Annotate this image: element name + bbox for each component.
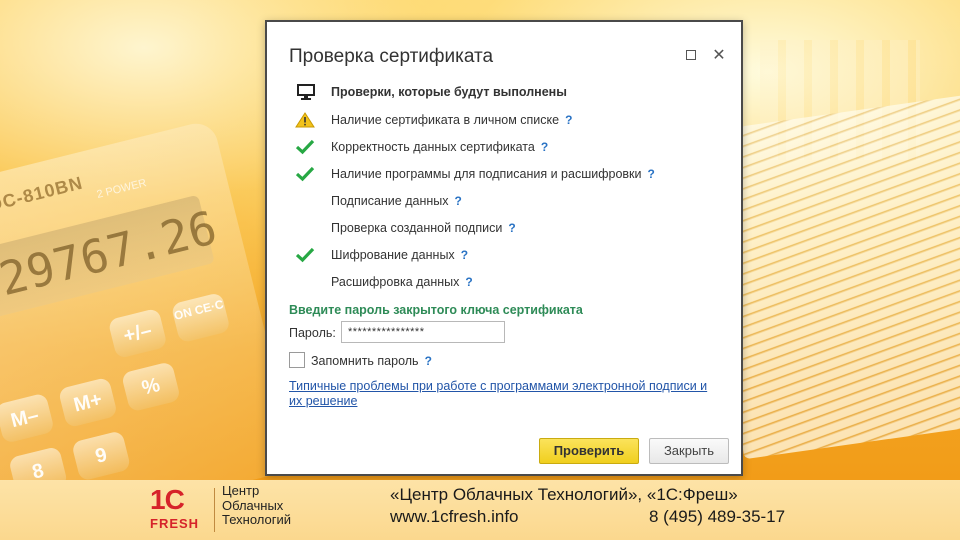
warning-icon [295, 112, 315, 128]
check-row-program: Наличие программы для подписания и расши… [289, 164, 729, 184]
website-text: www.1cfresh.info [390, 507, 519, 526]
center-name-line: Облачных [222, 497, 284, 513]
background-calculator: N SDC-810BN 2 POWER 329767.26 +/– ON CE·… [0, 119, 300, 480]
logo-divider [214, 488, 215, 532]
check-row-signing: Подписание данных? [289, 191, 729, 211]
calculator-key: M– [0, 392, 55, 444]
checkmark-icon [295, 139, 315, 155]
phone-text: 8 (495) 489-35-17 [649, 507, 786, 526]
help-icon[interactable]: ? [461, 248, 468, 262]
check-label: Наличие сертификата в личном списке [331, 113, 560, 127]
help-icon[interactable]: ? [565, 113, 572, 127]
typical-problems-link[interactable]: Типичные проблемы при работе с программа… [289, 379, 709, 409]
check-row-certificate-data: Корректность данных сертификата? [289, 137, 729, 157]
footer-banner: 1С FRESH Центр Облачных Технологий «Цент… [0, 480, 960, 540]
check-label: Шифрование данных [331, 248, 455, 262]
center-name-line: Технологий [222, 512, 292, 527]
calculator-brand: N SDC-810BN [0, 172, 85, 224]
company-name: «Центр Облачных Технологий», «1С:Фреш» [390, 485, 738, 504]
logo-fresh-text: FRESH [150, 516, 200, 531]
check-button[interactable]: Проверить [539, 438, 639, 464]
center-name: Центр Облачных Технологий [222, 483, 292, 528]
check-row-signature-verify: Проверка созданной подписи? [289, 218, 729, 238]
help-icon[interactable]: ? [455, 194, 462, 208]
check-label: Подписание данных [331, 194, 449, 208]
calculator-key: ON CE·C [170, 291, 231, 344]
calculator-power-label: 2 POWER [95, 177, 148, 201]
check-label: Проверка созданной подписи [331, 221, 503, 235]
close-icon[interactable]: ✕ [711, 48, 727, 64]
certificate-check-dialog: Проверка сертификата ✕ Проверки, которые… [265, 20, 743, 476]
help-icon[interactable]: ? [508, 221, 515, 235]
check-label: Расшифровка данных [331, 275, 460, 289]
check-row-encryption: Шифрование данных? [289, 245, 729, 265]
password-field[interactable] [341, 321, 505, 343]
help-icon[interactable]: ? [541, 140, 548, 154]
calculator-key: 8 [8, 445, 69, 480]
remember-password-label: Запомнить пароль [311, 354, 419, 368]
1cfresh-logo: 1С FRESH [150, 484, 208, 534]
logo-1c-text: 1С [150, 484, 185, 515]
center-name-line: Центр [222, 483, 260, 498]
remember-password-checkbox[interactable] [289, 352, 305, 368]
check-row-decryption: Расшифровка данных? [289, 272, 729, 292]
checks-header-label: Проверки, которые будут выполнены [331, 85, 567, 99]
maximize-button[interactable] [683, 48, 699, 64]
check-label: Корректность данных сертификата [331, 140, 535, 154]
help-icon[interactable]: ? [465, 275, 472, 289]
checkmark-icon [295, 247, 315, 263]
check-row-certificate-in-list: Наличие сертификата в личном списке? [289, 110, 729, 130]
calculator-key: 9 [71, 430, 132, 480]
calculator-key: +/– [107, 307, 168, 360]
check-label: Наличие программы для подписания и расши… [331, 167, 642, 181]
help-icon[interactable]: ? [425, 354, 432, 368]
monitor-icon [297, 84, 315, 100]
maximize-icon [686, 50, 696, 60]
dialog-title: Проверка сертификата [289, 46, 494, 67]
help-icon[interactable]: ? [648, 167, 655, 181]
password-section-header: Введите пароль закрытого ключа сертифика… [289, 303, 583, 317]
calculator-key: M+ [57, 376, 118, 429]
checkmark-icon [295, 166, 315, 182]
calculator-key: % [120, 361, 182, 413]
password-label: Пароль: [289, 326, 336, 340]
close-button[interactable]: Закрыть [649, 438, 729, 464]
